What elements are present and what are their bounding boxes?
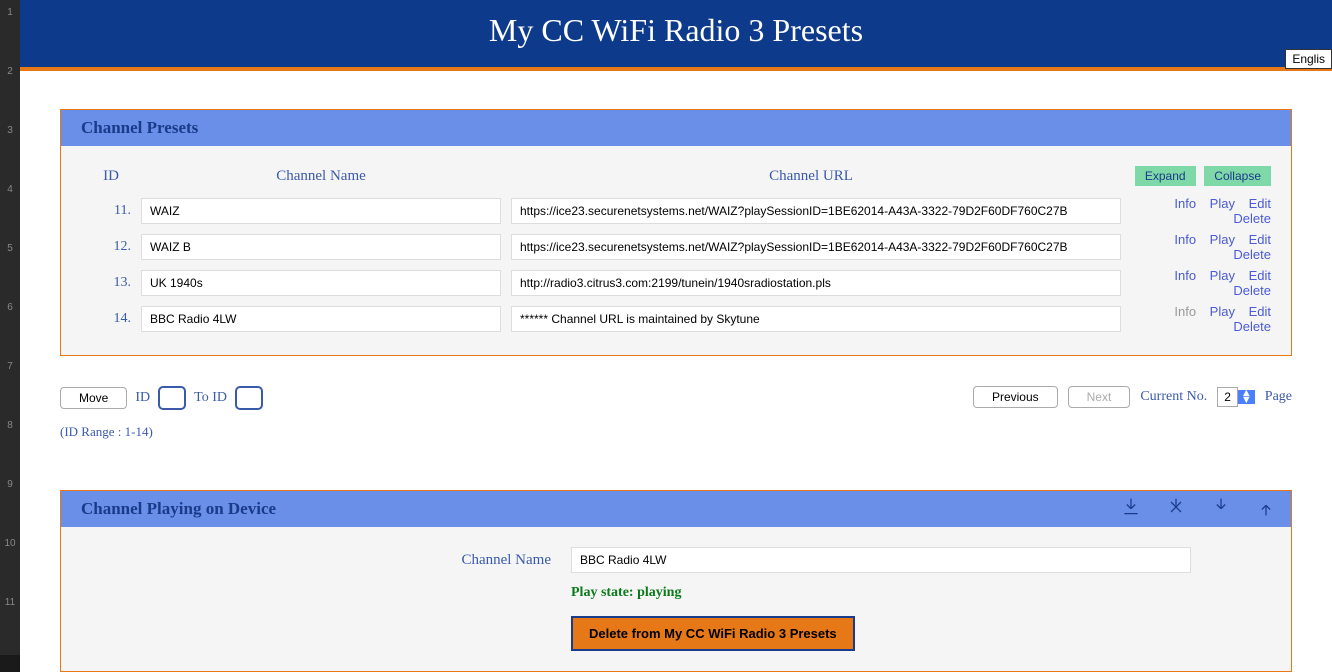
collapse-button[interactable]: Collapse xyxy=(1204,166,1271,186)
current-label: Current No. xyxy=(1140,389,1207,405)
channel-name-field[interactable] xyxy=(141,270,501,296)
table-row: 14. Info Play Edit Delete xyxy=(81,304,1271,334)
play-state: Play state: playing xyxy=(571,585,1271,601)
sync-down-icon[interactable] xyxy=(1211,497,1231,517)
delete-from-presets-button[interactable]: Delete from My CC WiFi Radio 3 Presets xyxy=(571,616,855,651)
edit-link[interactable]: Edit xyxy=(1249,304,1271,319)
table-row: 13. Info Play Edit Delete xyxy=(81,268,1271,298)
id-range: (ID Range : 1-14) xyxy=(60,424,364,440)
info-link[interactable]: Info xyxy=(1174,196,1196,211)
row-id: 11. xyxy=(81,203,141,219)
panel-title: Channel Presets xyxy=(61,110,1291,146)
channel-url-field[interactable] xyxy=(511,306,1121,332)
info-link[interactable]: Info xyxy=(1174,232,1196,247)
play-link[interactable]: Play xyxy=(1210,268,1235,283)
row-id: 13. xyxy=(81,275,141,291)
play-link[interactable]: Play xyxy=(1210,196,1235,211)
header-name: Channel Name xyxy=(141,168,501,185)
sync-up-icon[interactable] xyxy=(1256,497,1276,517)
table-row: 11. Info Play Edit Delete xyxy=(81,196,1271,226)
channel-playing-panel: Channel Playing on Device Channel Name P… xyxy=(60,490,1292,672)
delete-link[interactable]: Delete xyxy=(1233,247,1271,262)
channel-name-field[interactable] xyxy=(141,198,501,224)
to-id-input[interactable] xyxy=(235,386,263,410)
delete-link[interactable]: Delete xyxy=(1233,211,1271,226)
channel-url-field[interactable] xyxy=(511,198,1121,224)
move-button[interactable]: Move xyxy=(60,387,127,409)
expand-button[interactable]: Expand xyxy=(1135,166,1196,186)
delete-link[interactable]: Delete xyxy=(1233,283,1271,298)
panel2-title: Channel Playing on Device xyxy=(61,491,1291,527)
info-link: Info xyxy=(1174,304,1196,319)
edit-link[interactable]: Edit xyxy=(1249,232,1271,247)
divider xyxy=(20,67,1332,71)
id-label: ID xyxy=(135,390,150,406)
page-title: My CC WiFi Radio 3 Presets xyxy=(20,12,1332,49)
language-button[interactable]: Englis xyxy=(1285,49,1332,69)
download-icon[interactable] xyxy=(1121,497,1141,517)
next-button[interactable]: Next xyxy=(1068,386,1131,408)
page-stepper[interactable]: ▲▼ xyxy=(1238,390,1255,404)
row-id: 14. xyxy=(81,311,141,327)
channel-url-field[interactable] xyxy=(511,270,1121,296)
page-number: 2 xyxy=(1217,387,1238,407)
header-id: ID xyxy=(81,168,141,185)
playing-name-field[interactable] xyxy=(571,547,1191,573)
edit-link[interactable]: Edit xyxy=(1249,268,1271,283)
channel-presets-panel: Channel Presets ID Channel Name Channel … xyxy=(60,109,1292,356)
delete-link[interactable]: Delete xyxy=(1233,319,1271,334)
table-row: 12. Info Play Edit Delete xyxy=(81,232,1271,262)
playing-name-label: Channel Name xyxy=(81,552,571,569)
header-url: Channel URL xyxy=(501,168,1121,185)
channel-name-field[interactable] xyxy=(141,234,501,260)
page-label: Page xyxy=(1265,389,1292,405)
info-link[interactable]: Info xyxy=(1174,268,1196,283)
to-id-label: To ID xyxy=(194,390,227,406)
channel-url-field[interactable] xyxy=(511,234,1121,260)
cancel-download-icon[interactable] xyxy=(1166,497,1186,517)
edit-link[interactable]: Edit xyxy=(1249,196,1271,211)
id-input[interactable] xyxy=(158,386,186,410)
row-id: 12. xyxy=(81,239,141,255)
play-link[interactable]: Play xyxy=(1210,232,1235,247)
page-header: My CC WiFi Radio 3 Presets Englis xyxy=(20,0,1332,67)
play-link[interactable]: Play xyxy=(1210,304,1235,319)
previous-button[interactable]: Previous xyxy=(973,386,1058,408)
channel-name-field[interactable] xyxy=(141,306,501,332)
